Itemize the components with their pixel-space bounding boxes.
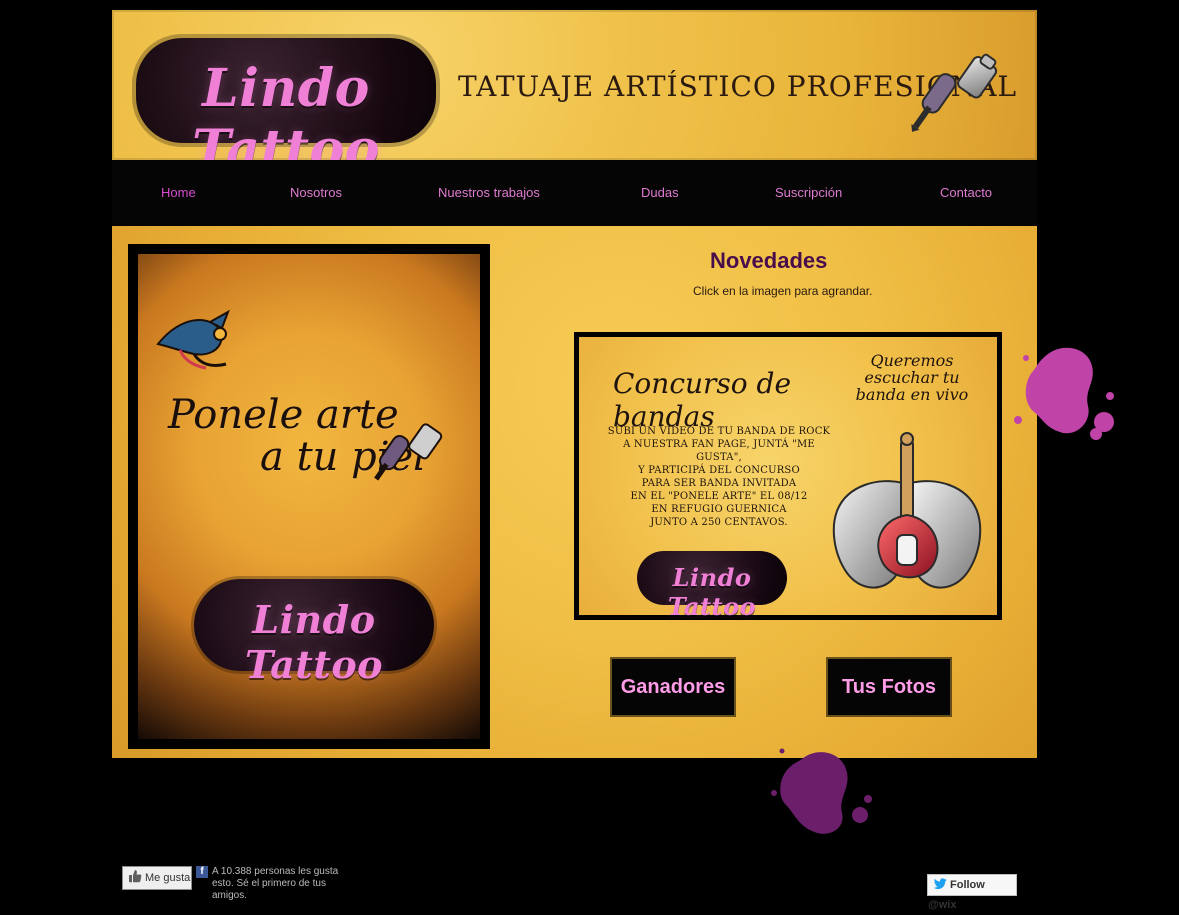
main-content: Ponele arte a tu piel Lindo Tattoo Noved… (112, 226, 1037, 758)
site-header: Lindo Tattoo TATUAJE ARTÍSTICO PROFESION… (112, 10, 1037, 180)
fb-like-count-text: A 10.388 personas les gusta esto. Sé el … (212, 866, 339, 901)
nav-item-suscripcion[interactable]: Suscripción (775, 160, 842, 226)
flyer-body-line: Y PARTICIPÁ DEL CONCURSO (638, 465, 800, 476)
news-title: Novedades (710, 248, 828, 273)
poster-logo: Lindo Tattoo (194, 579, 434, 687)
flyer-body-line: SUBÍ UN VIDEO DE TU BANDA DE ROCK (607, 426, 831, 437)
flyer-title: Concurso de bandas (613, 367, 792, 433)
fb-like-label: Me gusta (145, 872, 191, 884)
tattoo-machine-icon (374, 423, 443, 481)
twitter-bird-icon (933, 878, 947, 889)
contest-flyer-art: Concurso de bandas Queremos escuchar tu … (579, 337, 997, 621)
tattoo-machine-icon (911, 53, 998, 132)
thumbs-up-icon (129, 870, 142, 883)
flyer-body-line: A NUESTRA FAN PAGE, JUNTÁ "ME GUSTA", (623, 439, 815, 463)
flyer-body-line: EN EL "PONELE ARTE" EL 08/12 (630, 491, 808, 502)
left-poster-art: Ponele arte a tu piel Lindo Tattoo (138, 254, 480, 739)
flyer-logo-text: Lindo Tattoo (667, 563, 757, 621)
ink-splatter-icon (1014, 347, 1114, 440)
brand-logo[interactable]: Lindo Tattoo (136, 38, 436, 180)
nav-item-home[interactable]: Home (161, 160, 196, 226)
ganadores-button[interactable]: Ganadores (612, 659, 734, 715)
fb-like-button[interactable]: Me gusta (122, 866, 192, 890)
twitter-follow-button[interactable]: Follow @wix (927, 874, 1017, 911)
news-subtitle: Click en la imagen para agrandar. (693, 284, 873, 298)
flyer-body-line: JUNTO A 250 CENTAVOS. (650, 517, 788, 528)
nav-item-dudas[interactable]: Dudas (641, 160, 679, 226)
left-poster: Ponele arte a tu piel Lindo Tattoo (128, 244, 490, 749)
flyer-body-line: PARA SER BANDA INVITADA (641, 478, 797, 489)
tus-fotos-button[interactable]: Tus Fotos (828, 659, 950, 715)
ink-splatter-icon (771, 748, 872, 834)
nav-item-nuestros-trabajos[interactable]: Nuestros trabajos (438, 160, 540, 226)
poster-title-line1: Ponele arte (168, 392, 399, 438)
flyer-subtitle: Queremos escuchar tu banda en vivo (855, 351, 969, 404)
nav-item-nosotros[interactable]: Nosotros (290, 160, 342, 226)
nav-item-contacto[interactable]: Contacto (940, 160, 992, 226)
main-nav: Home Nosotros Nuestros trabajos Dudas Su… (112, 160, 1037, 226)
facebook-f-icon: f (196, 866, 208, 878)
winged-guitar-icon (832, 432, 982, 589)
swallow-bird-icon (156, 309, 230, 370)
flyer-body-line: EN REFUGIO GUERNICA (651, 504, 787, 515)
flyer-logo: Lindo Tattoo (637, 551, 787, 621)
contest-flyer[interactable]: Concurso de bandas Queremos escuchar tu … (574, 332, 1002, 621)
poster-logo-text: Lindo Tattoo (244, 597, 384, 687)
flyer-body: SUBÍ UN VIDEO DE TU BANDA DE ROCK A NUES… (601, 425, 837, 529)
